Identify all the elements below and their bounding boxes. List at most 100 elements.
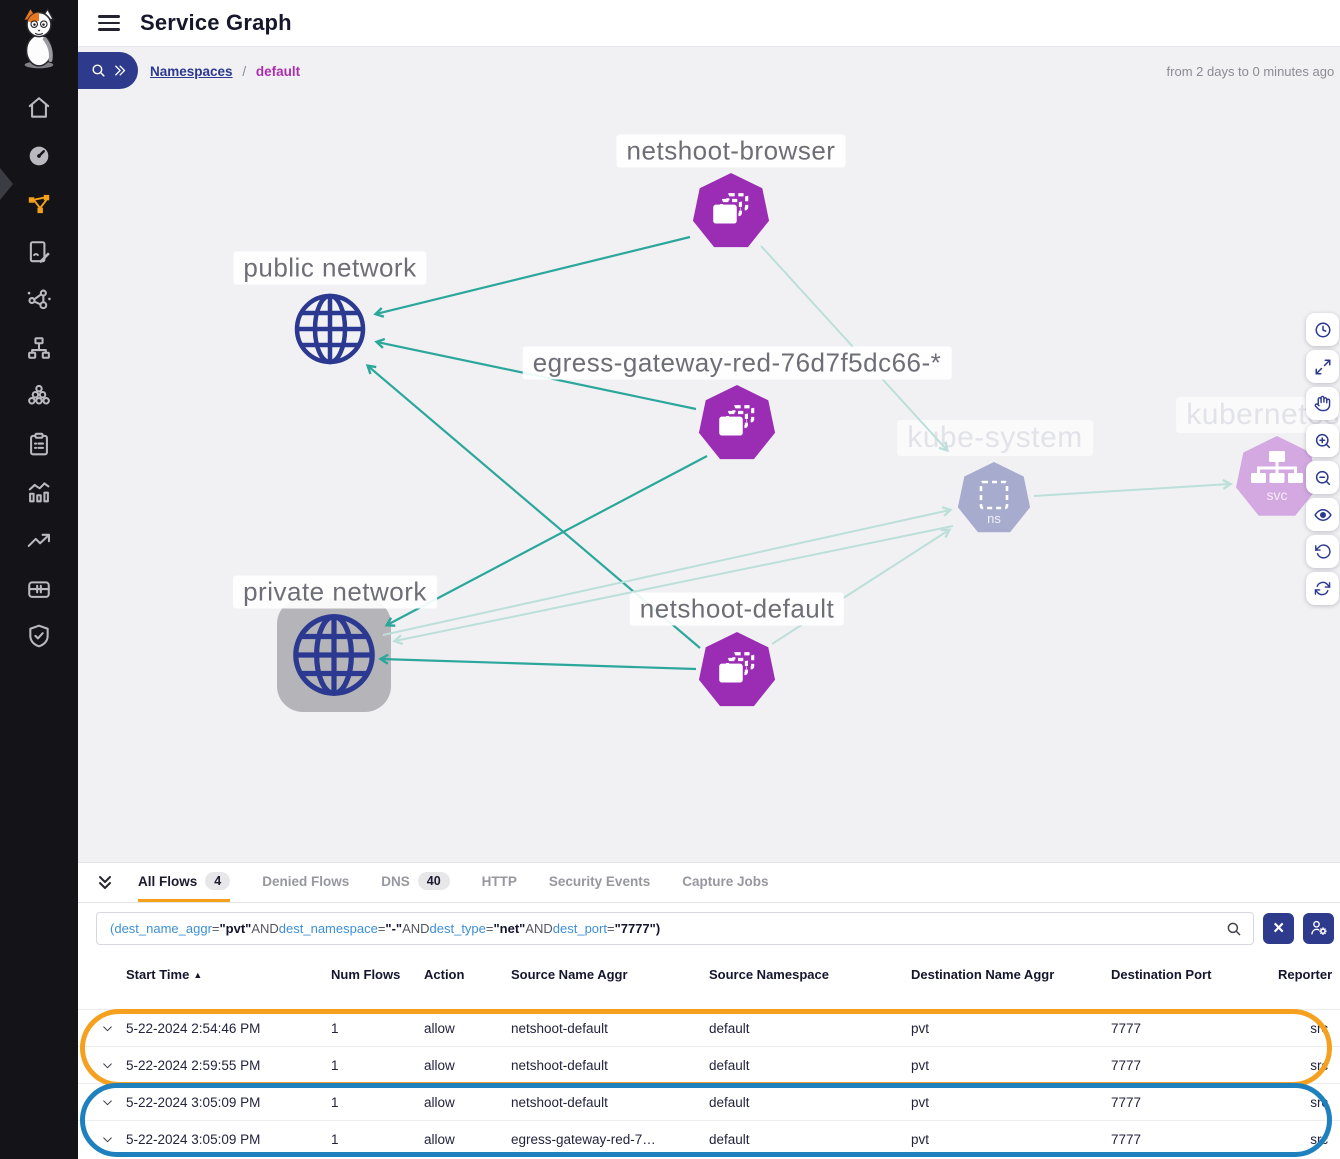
sidebar-item-home[interactable] <box>0 84 78 132</box>
visibility-button[interactable] <box>1306 498 1339 531</box>
cell-destination-name-aggr: pvt <box>911 1021 1111 1036</box>
filter-token: = <box>607 921 615 936</box>
zoom-out-icon <box>1314 469 1332 487</box>
home-icon <box>26 95 52 121</box>
expand-row-icon[interactable] <box>88 1096 126 1109</box>
svc-badge: svc <box>1267 487 1288 503</box>
user-settings-button[interactable] <box>1303 913 1334 944</box>
col-destination-port[interactable]: Destination Port <box>1111 966 1278 984</box>
table-row[interactable]: 5-22-2024 2:59:55 PM 1 allow netshoot-de… <box>78 1046 1340 1083</box>
filter-search-icon[interactable] <box>1225 920 1243 941</box>
flow-filter-input[interactable]: (dest_name_aggr = "pvt" AND dest_namespa… <box>96 912 1254 945</box>
cell-start-time: 5-22-2024 2:59:55 PM <box>126 1058 331 1073</box>
fit-to-screen-button[interactable] <box>1306 350 1339 383</box>
storage-box-icon <box>26 575 52 601</box>
filter-token: = <box>486 921 494 936</box>
sidebar-item-storage[interactable] <box>0 564 78 612</box>
cell-source-name-aggr: netshoot-default <box>511 1058 709 1073</box>
col-reporter[interactable]: Reporter <box>1278 966 1340 984</box>
expand-row-icon[interactable] <box>88 1022 126 1035</box>
cell-source-namespace: default <box>709 1021 911 1036</box>
table-row[interactable]: 5-22-2024 3:05:09 PM 1 allow netshoot-de… <box>78 1083 1340 1120</box>
sidebar-item-statistics[interactable] <box>0 468 78 516</box>
sidebar-item-compliance[interactable] <box>0 420 78 468</box>
node-kube-system[interactable]: ns <box>957 462 1031 536</box>
pan-button[interactable] <box>1306 387 1339 420</box>
cell-num-flows: 1 <box>331 1132 424 1147</box>
eye-icon <box>1314 506 1332 524</box>
cell-start-time: 5-22-2024 2:54:46 PM <box>126 1021 331 1036</box>
expand-row-icon[interactable] <box>88 1059 126 1072</box>
clear-filter-button[interactable]: × <box>1263 913 1294 944</box>
tab-label: All Flows <box>138 874 197 889</box>
tab-label: Security Events <box>549 874 650 889</box>
tab-http[interactable]: HTTP <box>482 863 517 902</box>
expand-row-icon[interactable] <box>88 1133 126 1146</box>
dashboard-gauge-icon <box>26 143 52 169</box>
zoom-in-icon <box>1314 432 1332 450</box>
tab-capture-jobs[interactable]: Capture Jobs <box>682 863 768 902</box>
col-num-flows[interactable]: Num Flows <box>331 966 424 984</box>
tab-dns[interactable]: DNS 40 <box>381 863 449 902</box>
sidebar-item-service-graph[interactable] <box>0 180 78 228</box>
zoom-in-button[interactable] <box>1306 424 1339 457</box>
node-egress-gateway[interactable] <box>698 385 776 463</box>
cell-destination-name-aggr: pvt <box>911 1058 1111 1073</box>
sidebar-item-flow-visualizer[interactable] <box>0 276 78 324</box>
filter-token: AND <box>525 921 552 936</box>
node-label-public-network[interactable]: public network <box>233 252 426 285</box>
node-netshoot-default[interactable] <box>698 632 776 710</box>
tab-badge: 4 <box>205 872 230 890</box>
cell-start-time: 5-22-2024 3:05:09 PM <box>126 1132 331 1147</box>
collapse-panel-button[interactable] <box>96 863 114 902</box>
calico-logo[interactable] <box>0 0 78 70</box>
sidebar-item-policies[interactable] <box>0 228 78 276</box>
tab-security-events[interactable]: Security Events <box>549 863 650 902</box>
time-button[interactable] <box>1306 313 1339 346</box>
sidebar-nav <box>0 84 78 660</box>
breadcrumb-separator: / <box>242 64 246 79</box>
graph-search-toggle[interactable] <box>78 52 138 89</box>
cell-action: allow <box>424 1132 511 1147</box>
col-source-namespace[interactable]: Source Namespace <box>709 966 911 984</box>
refresh-icon <box>1314 580 1331 597</box>
node-label-egress-gateway[interactable]: egress-gateway-red-76d7f5dc66-* <box>523 347 952 380</box>
filter-token: AND <box>402 921 429 936</box>
undo-button[interactable] <box>1306 535 1339 568</box>
filter-token: dest_namespace <box>279 921 378 936</box>
table-row[interactable]: 5-22-2024 2:54:46 PM 1 allow netshoot-de… <box>78 1009 1340 1046</box>
node-label-kube-system[interactable]: kube-system <box>897 420 1093 456</box>
menu-toggle[interactable] <box>98 15 120 31</box>
col-action[interactable]: Action <box>424 966 511 984</box>
node-label-netshoot-browser[interactable]: netshoot-browser <box>617 135 846 168</box>
sidebar-item-dashboard[interactable] <box>0 132 78 180</box>
filter-token: "7777" <box>615 921 656 936</box>
cell-destination-port: 7777 <box>1111 1132 1278 1147</box>
sidebar-item-network-topology[interactable] <box>0 324 78 372</box>
node-netshoot-browser[interactable] <box>692 173 770 251</box>
graph-canvas[interactable]: Namespaces / default from 2 days to 0 mi… <box>78 46 1340 862</box>
col-start-time[interactable]: Start Time▲ <box>126 966 331 984</box>
table-row[interactable]: 5-22-2024 3:05:09 PM 1 allow egress-gate… <box>78 1120 1340 1157</box>
col-source-name-aggr[interactable]: Source Name Aggr <box>511 966 709 984</box>
breadcrumb-namespaces-link[interactable]: Namespaces <box>150 64 233 79</box>
sidebar-item-trends[interactable] <box>0 516 78 564</box>
cell-source-name-aggr: egress-gateway-red-7… <box>511 1132 709 1147</box>
tab-denied-flows[interactable]: Denied Flows <box>262 863 349 902</box>
time-range-label[interactable]: from 2 days to 0 minutes ago <box>1167 64 1335 79</box>
tab-all-flows[interactable]: All Flows 4 <box>138 863 230 902</box>
chevrons-down-icon <box>96 875 114 891</box>
node-label-netshoot-default[interactable]: netshoot-default <box>630 593 844 626</box>
tab-label: DNS <box>381 874 410 889</box>
cell-source-namespace: default <box>709 1058 911 1073</box>
cell-source-namespace: default <box>709 1132 911 1147</box>
zoom-out-button[interactable] <box>1306 461 1339 494</box>
node-private-network[interactable] <box>277 598 391 712</box>
node-public-network[interactable] <box>292 291 368 367</box>
refresh-button[interactable] <box>1306 572 1339 605</box>
sidebar-item-threat-defense[interactable] <box>0 612 78 660</box>
clock-icon <box>1314 321 1332 339</box>
col-destination-name-aggr[interactable]: Destination Name Aggr <box>911 966 1111 984</box>
sidebar-item-clusters[interactable] <box>0 372 78 420</box>
node-label-private-network[interactable]: private network <box>233 576 437 609</box>
